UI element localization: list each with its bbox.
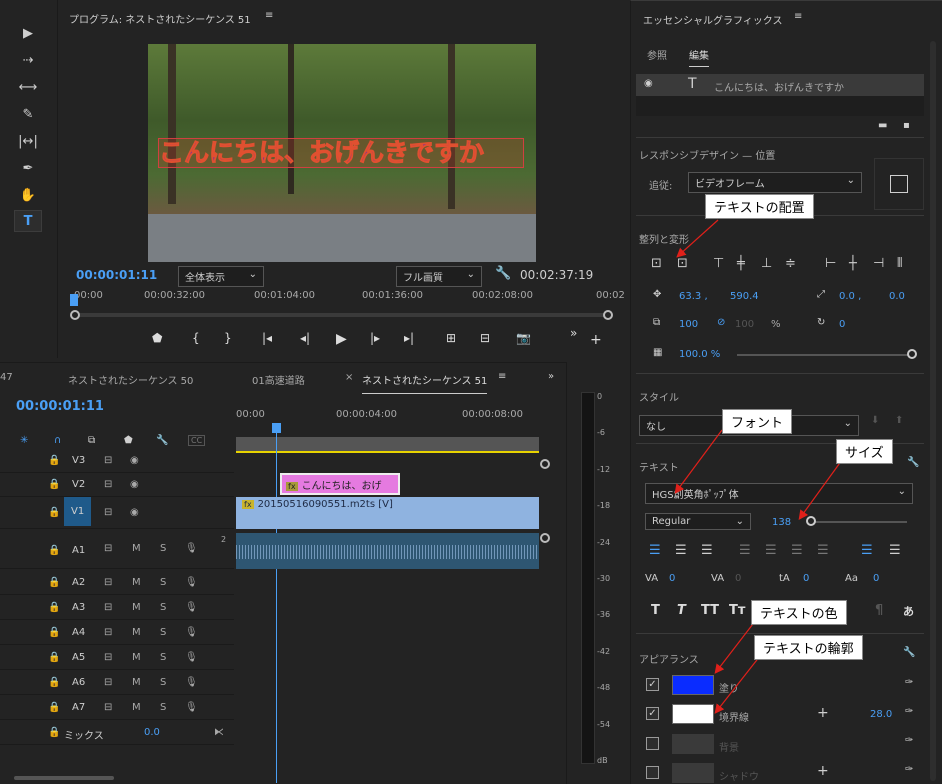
callout-text-stroke: テキストの輪郭 [754,635,863,660]
callout-size: サイズ [836,439,893,464]
callout-text-color: テキストの色 [751,600,847,625]
callout-font: フォント [722,409,793,434]
callout-arrows [674,219,843,714]
callout-text-align: テキストの配置 [705,194,814,219]
